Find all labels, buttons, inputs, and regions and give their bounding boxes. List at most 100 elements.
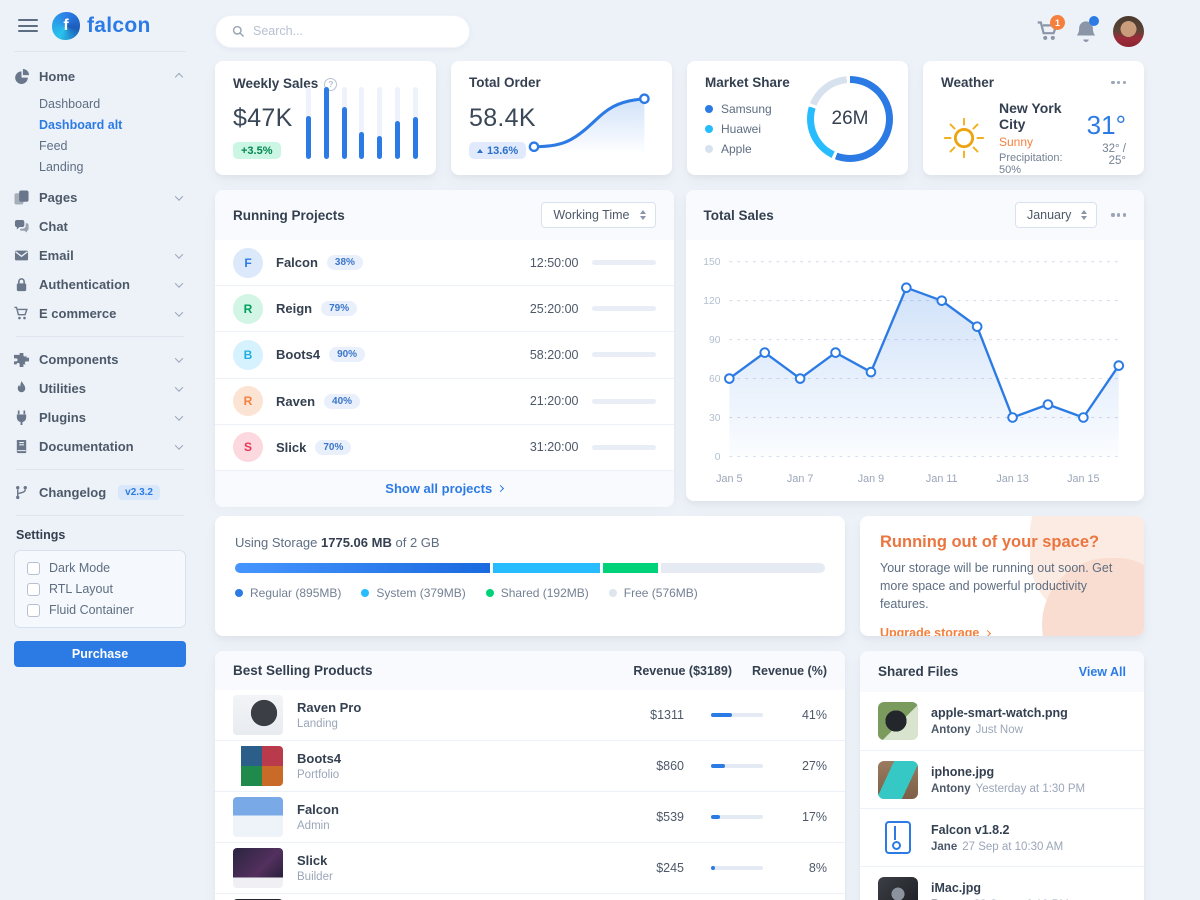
select-value: January [1027, 208, 1071, 222]
checkbox-icon[interactable] [27, 583, 40, 596]
show-all-projects-link[interactable]: Show all projects [385, 481, 503, 496]
sidebar-item-label: Components [39, 352, 118, 367]
running-projects-header: Running Projects Working Time [215, 190, 674, 240]
svg-text:90: 90 [709, 335, 721, 346]
upgrade-storage-link[interactable]: Upgrade storage [880, 626, 990, 636]
file-meta: AntonyJust Now [931, 724, 1068, 736]
product-category[interactable]: Builder [297, 871, 333, 883]
sidebar-item-changelog[interactable]: Changelog v2.3.2 [14, 478, 186, 507]
bar-fill [413, 117, 418, 159]
chevron-right-icon [497, 485, 504, 492]
rtl-layout-toggle[interactable]: RTL Layout [27, 582, 173, 596]
more-options-icon[interactable] [1111, 77, 1126, 88]
legend-label: Regular (895MB) [250, 586, 341, 600]
search-input[interactable] [253, 24, 453, 38]
storage-card: Using Storage 1775.06 MB of 2 GB Regular… [215, 516, 845, 636]
legend-dot [486, 589, 494, 597]
project-row: FFalcon38%12:50:00 [215, 240, 674, 286]
stats-row: Weekly Sales $47K +3.5% Total Order 58.4… [215, 61, 1144, 175]
sidebar-item-utilities[interactable]: Utilities [14, 374, 186, 403]
project-time: 21:20:00 [530, 394, 579, 408]
file-row[interactable]: Falcon v1.8.2Jane27 Sep at 10:30 AM [860, 808, 1144, 866]
cart-count-badge: 1 [1050, 15, 1065, 30]
cart-button[interactable]: 1 [1037, 20, 1059, 42]
sidebar-item-home[interactable]: Home [14, 62, 186, 91]
file-row[interactable]: iMac.jpgRowen23 Sep at 6:10 PM [860, 866, 1144, 900]
bar-fill [377, 136, 382, 159]
legend-label: System (379MB) [376, 586, 465, 600]
sidebar-item-chat[interactable]: Chat [14, 212, 186, 241]
sidebar-item-feed[interactable]: Feed [39, 135, 186, 156]
middle-row: Running Projects Working Time FFalcon38%… [215, 190, 1144, 501]
purchase-button[interactable]: Purchase [14, 641, 186, 667]
best-selling-products-card: Best Selling Products Revenue ($3189) Re… [215, 651, 845, 900]
project-percent-badge: 38% [327, 255, 363, 270]
product-category[interactable]: Portfolio [297, 769, 341, 781]
search-icon [232, 25, 245, 38]
project-name: Slick [276, 440, 306, 455]
sidebar-item-email[interactable]: Email [14, 241, 186, 270]
brand-name: falcon [87, 14, 151, 38]
working-time-select[interactable]: Working Time [541, 202, 655, 228]
weather-high-low: 32° / 25° [1087, 143, 1126, 167]
hamburger-menu-icon[interactable] [18, 19, 38, 32]
plug-icon [14, 410, 29, 425]
month-select[interactable]: January [1015, 202, 1097, 228]
sidebar-item-plugins[interactable]: Plugins [14, 403, 186, 432]
total-sales-card: Total Sales January 0306090120150Jan 5Ja… [686, 190, 1145, 501]
book-icon [14, 439, 29, 454]
product-info: SlickBuilder [233, 848, 579, 888]
checkbox-icon[interactable] [27, 604, 40, 617]
total-sales-header: Total Sales January [686, 190, 1145, 240]
file-row[interactable]: iphone.jpgAntonyYesterday at 1:30 PM [860, 750, 1144, 808]
file-row[interactable]: apple-smart-watch.png AntonyJust Now [860, 692, 1144, 750]
total-order-card: Total Order 58.4K 13.6% [451, 61, 672, 175]
product-thumbnail [233, 746, 283, 786]
svg-text:150: 150 [703, 257, 720, 268]
user-avatar[interactable] [1113, 16, 1144, 47]
sidebar-item-authentication[interactable]: Authentication [14, 270, 186, 299]
checkbox-icon[interactable] [27, 562, 40, 575]
falcon-logo[interactable]: f falcon [52, 12, 151, 40]
notifications-button[interactable] [1075, 20, 1097, 42]
dark-mode-toggle[interactable]: Dark Mode [27, 561, 173, 575]
product-row [215, 894, 845, 900]
sidebar-item-components[interactable]: Components [14, 345, 186, 374]
sidebar-item-dashboard-alt[interactable]: Dashboard alt [39, 114, 186, 135]
sidebar-item-label: Plugins [39, 410, 86, 425]
file-name: apple-smart-watch.png [931, 706, 1068, 720]
market-share-value: 26M [807, 76, 893, 162]
product-progress-fill [711, 815, 720, 819]
file-text: iphone.jpgAntonyYesterday at 1:30 PM [931, 765, 1085, 795]
project-avatar: F [233, 248, 263, 278]
fluid-container-toggle[interactable]: Fluid Container [27, 603, 173, 617]
search-bar[interactable] [215, 15, 470, 48]
project-time: 25:20:00 [530, 302, 579, 316]
sidebar-item-documentation[interactable]: Documentation [14, 432, 186, 461]
chevron-right-icon [984, 630, 991, 636]
svg-text:Jan 7: Jan 7 [786, 473, 812, 485]
project-percent-badge: 40% [324, 394, 360, 409]
product-bar-wrap [684, 866, 769, 870]
sidebar-item-ecommerce[interactable]: E commerce [14, 299, 186, 328]
sidebar-item-pages[interactable]: Pages [14, 183, 186, 212]
view-all-link[interactable]: View All [1079, 665, 1126, 679]
fire-icon [14, 381, 29, 396]
sidebar-item-dashboard[interactable]: Dashboard [39, 93, 186, 114]
comments-icon [14, 219, 29, 234]
weekly-sales-bar-chart [306, 87, 418, 159]
legend-dot [361, 589, 369, 597]
bar-fill [395, 121, 400, 159]
sidebar-item-label: Documentation [39, 439, 134, 454]
chevron-down-icon [175, 192, 183, 200]
product-percent: 27% [769, 759, 827, 773]
sidebar-item-landing[interactable]: Landing [39, 156, 186, 177]
svg-text:Jan 15: Jan 15 [1067, 473, 1099, 485]
legend-label: Samsung [721, 102, 772, 116]
storage-label: Using Storage 1775.06 MB of 2 GB [235, 535, 825, 550]
product-category[interactable]: Landing [297, 718, 361, 730]
sidebar-home-children: Dashboard Dashboard alt Feed Landing [14, 91, 186, 183]
more-options-icon[interactable] [1111, 209, 1126, 220]
product-category[interactable]: Admin [297, 820, 339, 832]
product-bar-wrap [684, 713, 769, 717]
